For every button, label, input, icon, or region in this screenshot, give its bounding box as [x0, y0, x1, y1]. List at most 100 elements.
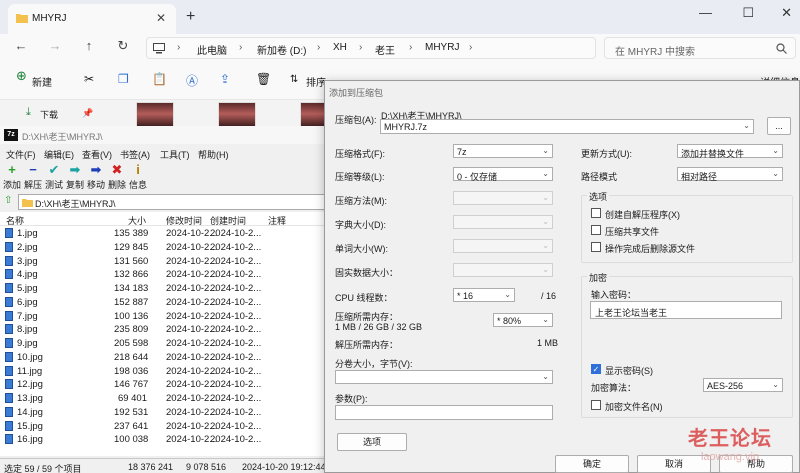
archive-name-combo[interactable]: MHYRJ.7z ⌄ — [380, 119, 754, 134]
refresh-icon[interactable]: ↻ — [112, 38, 134, 58]
delete-button[interactable]: ✖ 删除 — [106, 162, 128, 192]
table-row[interactable]: 2.jpg 129 845 2024-10-2... 2024-10-2... — [0, 241, 330, 255]
show-password-checkbox[interactable]: ✓ — [591, 364, 601, 374]
table-row[interactable]: 9.jpg 205 598 2024-10-2... 2024-10-2... — [0, 337, 330, 351]
file-list: 名称 大小 修改时间 创建时间 注释 1.jpg 135 389 2024-10-2… — [0, 212, 330, 456]
path-input[interactable]: D:\XH\老王\MHYRJ\ — [18, 194, 326, 210]
delete-icon[interactable]: 🗑 — [256, 72, 271, 92]
sfx-checkbox[interactable] — [591, 208, 601, 218]
table-row[interactable]: 1.jpg 135 389 2024-10-2... 2024-10-2... — [0, 227, 330, 241]
word-select[interactable]: ⌄ — [453, 239, 553, 253]
delete-after-label: 操作完成后删除源文件 — [605, 244, 696, 254]
up-icon[interactable]: ↑ — [78, 38, 100, 58]
shared-checkbox[interactable] — [591, 225, 601, 235]
table-row[interactable]: 11.jpg 198 036 2024-10-2... 2024-10-2... — [0, 365, 330, 379]
password-input[interactable]: 上老王论坛当老王 — [590, 301, 782, 319]
col-size[interactable]: 大小 — [128, 214, 146, 227]
image-thumbnail[interactable] — [218, 102, 256, 128]
level-select[interactable]: 0 - 仅存储 ⌄ — [453, 167, 553, 182]
password-label: 输入密码： — [591, 290, 637, 300]
browse-button[interactable]: ... — [767, 117, 791, 135]
add-button[interactable]: + 添加 — [1, 162, 23, 192]
update-select[interactable]: 添加并替换文件 ⌄ — [677, 144, 783, 159]
close-tab-icon[interactable]: ✕ — [156, 11, 166, 25]
solid-select[interactable]: ⌄ — [453, 263, 553, 277]
table-row[interactable]: 14.jpg 192 531 2024-10-2... 2024-10-2... — [0, 406, 330, 420]
table-row[interactable]: 6.jpg 152 887 2024-10-2... 2024-10-2... — [0, 296, 330, 310]
shared-label: 压缩共享文件 — [605, 227, 660, 237]
menu-file[interactable]: 文件(F) — [6, 148, 36, 161]
breadcrumb-xh[interactable]: XH — [333, 42, 347, 53]
delete-after-checkbox[interactable] — [591, 242, 601, 252]
encrypt-names-checkbox[interactable] — [591, 400, 601, 410]
file-name: 11.jpg — [17, 365, 43, 377]
test-button[interactable]: ✔ 测试 — [43, 162, 65, 192]
table-row[interactable]: 10.jpg 218 644 2024-10-2... 2024-10-2... — [0, 351, 330, 365]
paste-icon[interactable]: 📋 — [152, 72, 167, 92]
level-label: 压缩等级(L): — [335, 172, 385, 182]
format-select[interactable]: 7z ⌄ — [453, 144, 553, 158]
menu-bookmarks[interactable]: 书签(A) — [120, 148, 150, 161]
table-row[interactable]: 4.jpg 132 866 2024-10-2... 2024-10-2... — [0, 268, 330, 282]
copy-button[interactable]: ➡ 复制 — [64, 162, 86, 192]
explorer-tab[interactable]: MHYRJ ✕ — [8, 4, 176, 34]
address-bar[interactable]: › 此电脑 › 新加卷 (D:) › XH › 老王 › MHYRJ › — [146, 37, 596, 59]
table-row[interactable]: 12.jpg 146 767 2024-10-2... 2024-10-2... — [0, 378, 330, 392]
forward-icon[interactable]: → — [44, 38, 66, 58]
new-tab-icon[interactable]: + — [186, 8, 195, 26]
back-icon[interactable]: ← — [10, 38, 32, 58]
breadcrumb-drive[interactable]: 新加卷 (D:) — [257, 42, 306, 57]
col-modified[interactable]: 修改时间 — [166, 214, 202, 227]
cut-icon[interactable]: ✂ — [84, 72, 94, 92]
file-size: 218 644 — [114, 351, 149, 363]
dict-select[interactable]: ⌄ — [453, 215, 553, 229]
table-row[interactable]: 5.jpg 134 183 2024-10-2... 2024-10-2... — [0, 282, 330, 296]
file-size: 237 641 — [114, 420, 149, 432]
col-comment[interactable]: 注释 — [268, 214, 286, 227]
method-select[interactable]: ⌄ — [453, 191, 553, 205]
rename-icon[interactable]: Ⓐ — [186, 72, 198, 92]
image-file-icon — [5, 283, 13, 293]
ok-button[interactable]: 确定 — [555, 455, 629, 473]
table-row[interactable]: 13.jpg 69 401 2024-10-2... 2024-10-2... — [0, 392, 330, 406]
enc-method-select[interactable]: AES-256 ⌄ — [703, 378, 783, 392]
breadcrumb-mhyrj[interactable]: MHYRJ — [425, 42, 459, 53]
info-button[interactable]: i 信息 — [127, 162, 149, 192]
options-button[interactable]: 选项 — [337, 433, 407, 451]
split-select[interactable]: ⌄ — [335, 370, 553, 384]
copy-icon[interactable]: ❐ — [118, 72, 129, 92]
menu-tools[interactable]: 工具(T) — [160, 148, 190, 161]
table-row[interactable]: 3.jpg 131 560 2024-10-2... 2024-10-2... — [0, 255, 330, 269]
params-input[interactable] — [335, 405, 553, 420]
up-folder-icon[interactable]: ⇧ — [4, 195, 12, 206]
col-created[interactable]: 创建时间 — [210, 214, 246, 227]
share-icon[interactable]: ⇪ — [220, 72, 230, 92]
menu-view[interactable]: 查看(V) — [82, 148, 112, 161]
quick-item-download[interactable]: 下载 — [40, 108, 58, 121]
close-window-icon[interactable]: ✕ — [781, 5, 792, 21]
threads-select[interactable]: * 16 ⌄ — [453, 288, 515, 302]
move-button[interactable]: ➡ 移动 — [85, 162, 107, 192]
file-created: 2024-10-2... — [210, 393, 262, 404]
image-thumbnail[interactable] — [136, 102, 174, 128]
menu-edit[interactable]: 编辑(E) — [44, 148, 74, 161]
menu-help[interactable]: 帮助(H) — [198, 148, 229, 161]
maximize-icon[interactable]: ☐ — [742, 5, 754, 21]
minimize-icon[interactable]: — — [699, 5, 712, 20]
table-row[interactable]: 7.jpg 100 136 2024-10-2... 2024-10-2... — [0, 310, 330, 324]
breadcrumb-this-pc[interactable]: 此电脑 — [197, 42, 227, 57]
col-name[interactable]: 名称 — [6, 214, 24, 227]
sort-button[interactable]: 排序 — [306, 74, 326, 94]
search-input[interactable]: 在 MHYRJ 中搜索 — [604, 37, 796, 59]
memory-select[interactable]: * 80% ⌄ — [493, 313, 553, 327]
table-row[interactable]: 15.jpg 237 641 2024-10-2... 2024-10-2... — [0, 420, 330, 434]
breadcrumb-laowang[interactable]: 老王 — [375, 42, 395, 57]
extract-button[interactable]: − 解压 — [22, 162, 44, 192]
table-row[interactable]: 8.jpg 235 809 2024-10-2... 2024-10-2... — [0, 323, 330, 337]
table-row[interactable]: 16.jpg 100 038 2024-10-2... 2024-10-2... — [0, 433, 330, 447]
status-selection: 选定 59 / 59 个项目 — [4, 464, 82, 473]
path-mode-select[interactable]: 相对路径 ⌄ — [677, 167, 783, 182]
info-icon: i — [136, 162, 140, 177]
new-button[interactable]: 新建 — [32, 74, 52, 94]
file-size: 100 038 — [114, 434, 149, 446]
